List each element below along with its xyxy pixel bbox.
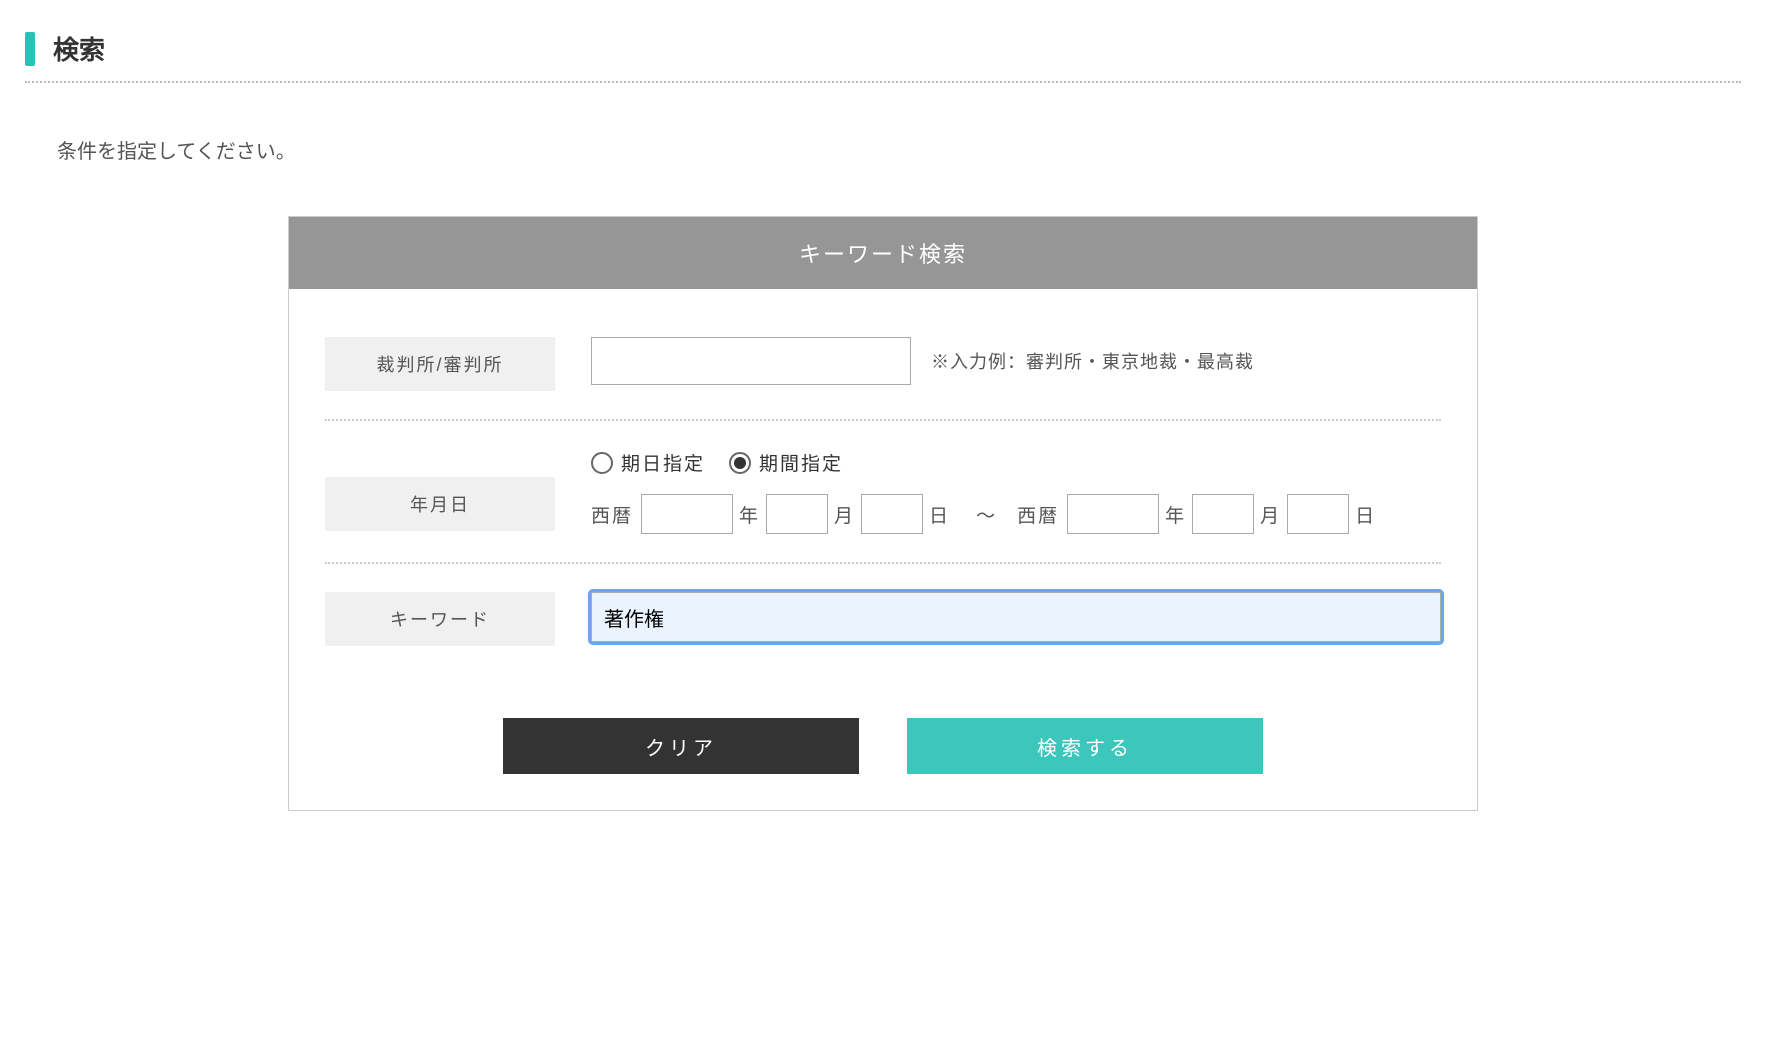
accent-bar-icon — [25, 32, 35, 66]
from-day-unit: 日 — [923, 501, 956, 528]
radio-date[interactable]: 期日指定 — [591, 449, 705, 476]
to-era: 西暦 — [1017, 501, 1067, 528]
page-title: 検索 — [53, 30, 105, 67]
from-day-input[interactable] — [861, 494, 923, 534]
to-year-unit: 年 — [1159, 501, 1192, 528]
to-month-unit: 月 — [1254, 501, 1287, 528]
panel-body: 裁判所/審判所 ※入力例：審判所・東京地裁・最高裁 年月日 期日指定 — [289, 289, 1477, 810]
date-radio-group: 期日指定 期間指定 — [591, 449, 1441, 476]
page-container: 検索 条件を指定してください。 キーワード検索 裁判所/審判所 ※入力例：審判所… — [0, 0, 1766, 841]
row-keyword: キーワード — [325, 592, 1441, 674]
court-input[interactable] — [591, 337, 911, 385]
to-day-unit: 日 — [1349, 501, 1382, 528]
to-year-input[interactable] — [1067, 494, 1159, 534]
from-year-unit: 年 — [733, 501, 766, 528]
to-month-input[interactable] — [1192, 494, 1254, 534]
date-tilde: 〜 — [956, 501, 1017, 528]
row-court: 裁判所/審判所 ※入力例：審判所・東京地裁・最高裁 — [325, 337, 1441, 419]
date-range-inputs: 西暦 年 月 日 〜 西暦 年 月 日 — [591, 494, 1441, 534]
to-day-input[interactable] — [1287, 494, 1349, 534]
label-court: 裁判所/審判所 — [325, 337, 555, 391]
content-court: ※入力例：審判所・東京地裁・最高裁 — [591, 337, 1441, 385]
clear-button[interactable]: クリア — [503, 718, 859, 774]
from-year-input[interactable] — [641, 494, 733, 534]
court-hint: ※入力例：審判所・東京地裁・最高裁 — [931, 348, 1254, 374]
button-row: クリア 検索する — [325, 718, 1441, 774]
row-divider-2 — [325, 562, 1441, 564]
instruction-text: 条件を指定してください。 — [57, 135, 1741, 164]
content-date: 期日指定 期間指定 西暦 年 月 日 — [591, 449, 1441, 534]
page-title-wrap: 検索 — [25, 30, 1741, 67]
content-keyword — [591, 592, 1441, 642]
from-month-input[interactable] — [766, 494, 828, 534]
search-panel: キーワード検索 裁判所/審判所 ※入力例：審判所・東京地裁・最高裁 年月日 — [288, 216, 1478, 811]
radio-range[interactable]: 期間指定 — [729, 449, 843, 476]
radio-date-label: 期日指定 — [621, 449, 705, 476]
from-month-unit: 月 — [828, 501, 861, 528]
row-divider-1 — [325, 419, 1441, 421]
radio-date-circle-icon — [591, 452, 613, 474]
from-era: 西暦 — [591, 501, 641, 528]
label-date: 年月日 — [325, 477, 555, 531]
radio-range-label: 期間指定 — [759, 449, 843, 476]
label-keyword: キーワード — [325, 592, 555, 646]
radio-range-circle-icon — [729, 452, 751, 474]
row-date: 年月日 期日指定 期間指定 西暦 — [325, 449, 1441, 562]
keyword-input[interactable] — [591, 592, 1441, 642]
panel-header: キーワード検索 — [289, 217, 1477, 289]
search-button[interactable]: 検索する — [907, 718, 1263, 774]
header-divider — [25, 81, 1741, 83]
court-inline: ※入力例：審判所・東京地裁・最高裁 — [591, 337, 1441, 385]
